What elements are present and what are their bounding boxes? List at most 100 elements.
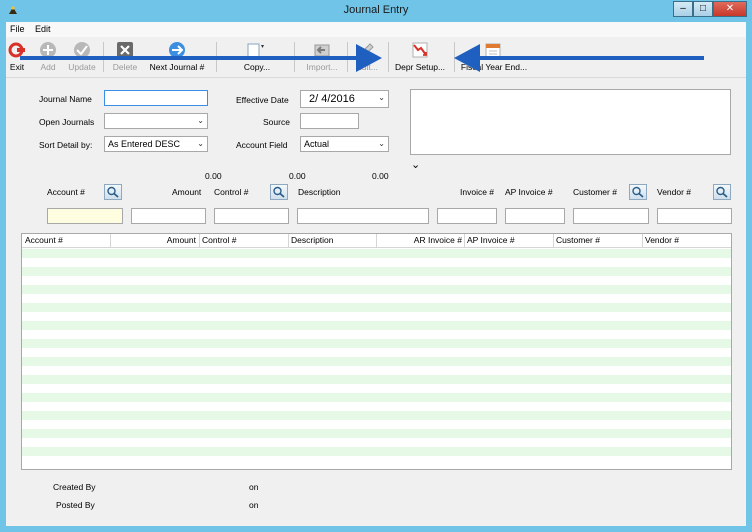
col-control[interactable]: Control # (202, 235, 237, 247)
table-row[interactable] (22, 267, 731, 276)
account-field-value: Actual (304, 139, 330, 149)
sort-detail-label: Sort Detail by: (39, 140, 93, 150)
created-by-label: Created By (53, 482, 96, 492)
table-row[interactable] (22, 348, 731, 357)
table-row[interactable] (22, 366, 731, 375)
edit-button[interactable]: Edit... (350, 38, 384, 76)
table-row[interactable] (22, 438, 731, 447)
chevron-down-icon: ⌄ (378, 93, 385, 102)
invoice-input[interactable] (437, 208, 497, 224)
open-journals-label: Open Journals (39, 117, 95, 127)
next-journal-button[interactable]: Next Journal # (146, 38, 208, 76)
vendor-input[interactable] (657, 208, 732, 224)
col-amount[interactable]: Amount (110, 235, 196, 247)
account-field-dropdown[interactable]: Actual ⌄ (300, 136, 389, 152)
close-button[interactable]: ✕ (713, 1, 747, 17)
account-label: Account # (47, 187, 85, 197)
exit-button[interactable]: Exit (6, 38, 28, 76)
search-icon (107, 186, 119, 198)
sort-detail-dropdown[interactable]: As Entered DESC ⌄ (104, 136, 208, 152)
col-ap-invoice[interactable]: AP Invoice # (467, 235, 515, 247)
table-row[interactable] (22, 330, 731, 339)
journal-name-input[interactable] (104, 90, 208, 106)
description-input[interactable] (297, 208, 429, 224)
delete-button[interactable]: Delete (106, 38, 144, 76)
vendor-label: Vendor # (657, 187, 692, 197)
copy-button[interactable]: Copy... (234, 38, 280, 76)
search-icon (716, 186, 728, 198)
minimize-button[interactable]: – (673, 1, 693, 17)
table-row[interactable] (22, 429, 731, 438)
menu-file[interactable]: File (10, 24, 25, 34)
update-button[interactable]: Update (64, 38, 100, 76)
col-description[interactable]: Description (291, 235, 334, 247)
col-account[interactable]: Account # (25, 235, 63, 247)
import-button[interactable]: Import... (300, 38, 344, 76)
table-row[interactable] (22, 402, 731, 411)
account-field-label: Account Field (236, 140, 288, 150)
created-on-label: on (249, 482, 259, 492)
table-row[interactable] (22, 411, 731, 420)
expand-chevron-icon[interactable]: ⌄ (411, 158, 420, 171)
menu-edit[interactable]: Edit (35, 24, 51, 34)
customer-input[interactable] (573, 208, 649, 224)
add-icon (40, 42, 56, 58)
grid-header: Account # Amount Control # Description A… (22, 234, 731, 248)
amount-label: Amount (172, 187, 202, 197)
depr-setup-button[interactable]: Depr Setup... (392, 38, 448, 76)
amount-input[interactable] (131, 208, 206, 224)
toolbar-separator (294, 42, 295, 72)
account-search-button[interactable] (104, 184, 122, 200)
table-row[interactable] (22, 456, 731, 465)
chevron-down-icon: ⌄ (197, 116, 204, 125)
table-row[interactable] (22, 384, 731, 393)
col-vendor[interactable]: Vendor # (645, 235, 679, 247)
table-row[interactable] (22, 375, 731, 384)
toolbar-separator (454, 42, 455, 72)
ap-invoice-input[interactable] (505, 208, 565, 224)
journal-name-label: Journal Name (39, 94, 92, 104)
depreciation-chart-icon (412, 42, 428, 58)
source-input[interactable] (300, 113, 359, 129)
journal-detail-grid[interactable]: Account # Amount Control # Description A… (21, 233, 732, 470)
search-icon (632, 186, 644, 198)
maximize-button[interactable]: □ (693, 1, 713, 17)
source-label: Source (263, 117, 290, 127)
notes-textbox[interactable] (410, 89, 731, 155)
table-row[interactable] (22, 393, 731, 402)
effective-date-picker[interactable]: 2/ 4/2016 ⌄ (300, 90, 389, 108)
table-row[interactable] (22, 258, 731, 267)
col-customer[interactable]: Customer # (556, 235, 600, 247)
table-row[interactable] (22, 285, 731, 294)
title-bar[interactable]: Journal Entry – □ ✕ (0, 0, 752, 22)
table-row[interactable] (22, 312, 731, 321)
table-row[interactable] (22, 249, 731, 258)
menu-bar: File Edit (6, 22, 746, 37)
control-search-button[interactable] (270, 184, 288, 200)
table-row[interactable] (22, 339, 731, 348)
open-journals-dropdown[interactable]: ⌄ (104, 113, 208, 129)
fiscal-year-end-button[interactable]: Fiscal Year End... (458, 38, 530, 76)
table-row[interactable] (22, 357, 731, 366)
client-area: File Edit Exit Add Update Delete Next Jo… (6, 22, 746, 526)
posted-by-label: Posted By (56, 500, 95, 510)
account-input[interactable] (47, 208, 123, 224)
customer-search-button[interactable] (629, 184, 647, 200)
customer-label: Customer # (573, 187, 617, 197)
table-row[interactable] (22, 303, 731, 312)
table-row[interactable] (22, 294, 731, 303)
vendor-search-button[interactable] (713, 184, 731, 200)
delete-icon (117, 42, 133, 58)
edit-icon (360, 43, 374, 57)
table-row[interactable] (22, 447, 731, 456)
effective-date-value: 2/ 4/2016 (309, 93, 355, 105)
table-row[interactable] (22, 276, 731, 285)
description-label: Description (298, 187, 341, 197)
control-input[interactable] (214, 208, 289, 224)
table-row[interactable] (22, 321, 731, 330)
copy-icon (247, 43, 264, 58)
add-button[interactable]: Add (36, 38, 60, 76)
table-row[interactable] (22, 420, 731, 429)
col-ar-invoice[interactable]: AR Invoice # (376, 235, 462, 247)
invoice-label: Invoice # (460, 187, 495, 197)
